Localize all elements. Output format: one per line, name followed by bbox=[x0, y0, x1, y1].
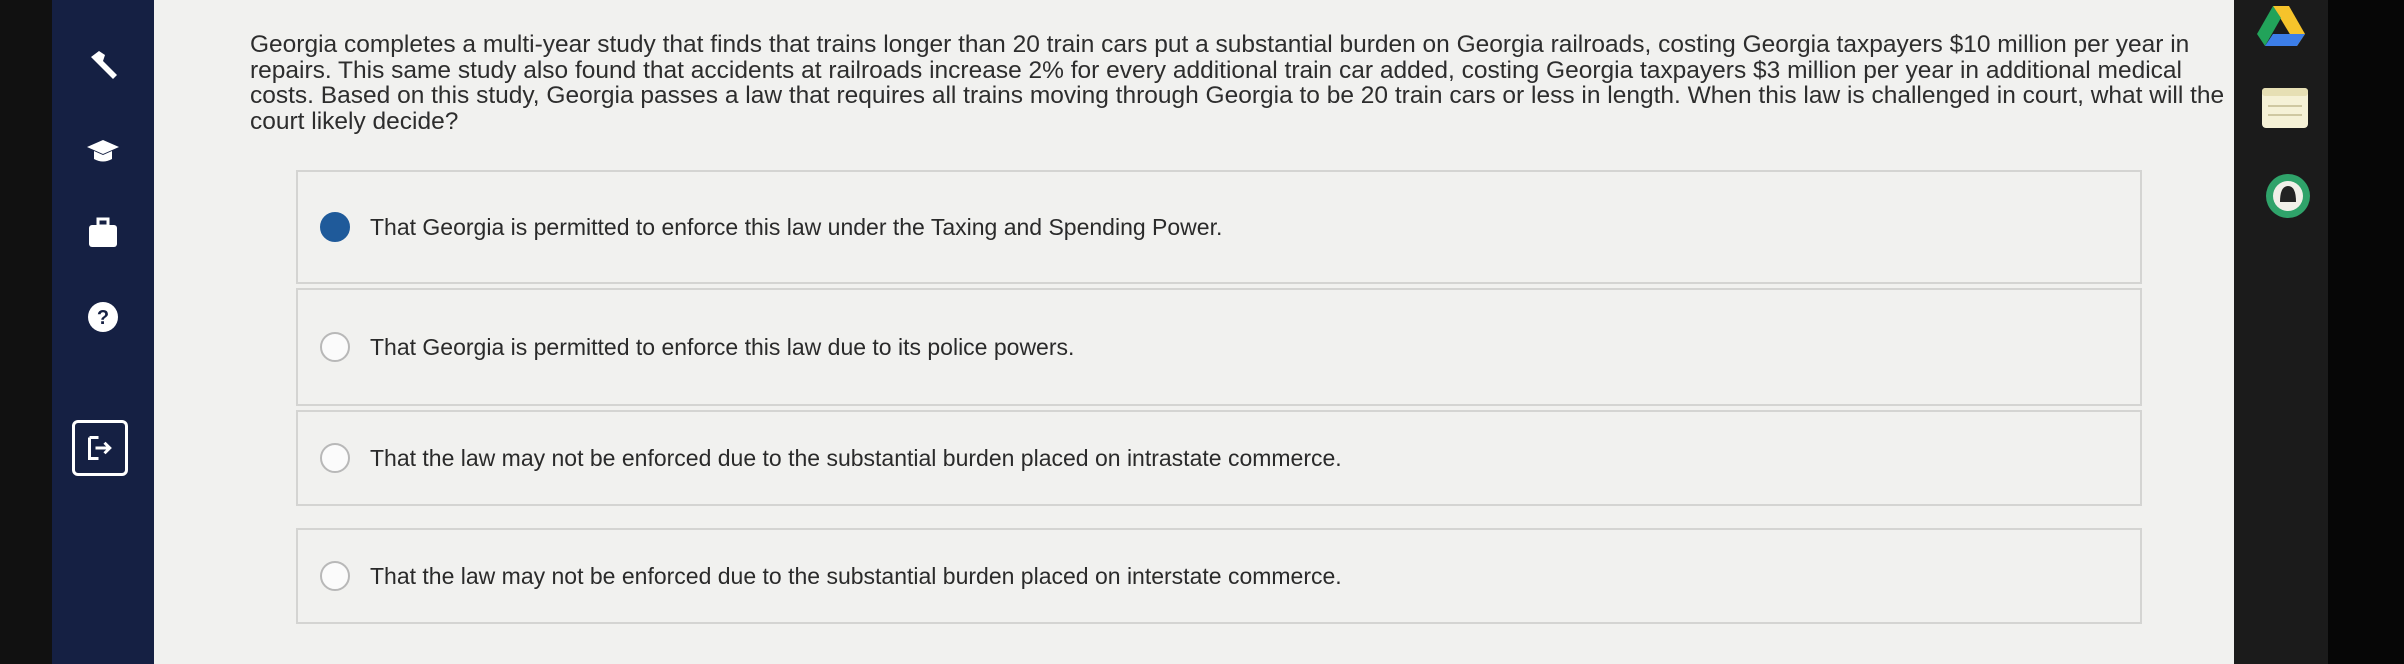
exit-icon[interactable] bbox=[72, 420, 128, 476]
help-icon[interactable]: ? bbox=[76, 290, 130, 344]
option-label: That Georgia is permitted to enforce thi… bbox=[370, 333, 1075, 360]
circle-app-icon[interactable] bbox=[2264, 172, 2312, 220]
option-label: That the law may not be enforced due to … bbox=[370, 562, 1342, 589]
notes-icon[interactable] bbox=[2262, 88, 2308, 128]
question-panel: Georgia completes a multi-year study tha… bbox=[154, 0, 2234, 664]
radio-icon[interactable] bbox=[320, 443, 350, 473]
help-glyph: ? bbox=[97, 307, 109, 329]
wrench-icon[interactable] bbox=[76, 40, 130, 94]
google-drive-icon[interactable] bbox=[2256, 4, 2306, 48]
answer-option-d[interactable]: That the law may not be enforced due to … bbox=[296, 528, 2142, 624]
screen-edge bbox=[2328, 0, 2404, 664]
radio-icon[interactable] bbox=[320, 561, 350, 591]
answer-option-a[interactable]: That Georgia is permitted to enforce thi… bbox=[296, 170, 2142, 284]
graduation-cap-icon[interactable] bbox=[76, 124, 130, 178]
answer-option-b[interactable]: That Georgia is permitted to enforce thi… bbox=[296, 288, 2142, 406]
briefcase-icon[interactable] bbox=[76, 206, 130, 260]
radio-selected-icon[interactable] bbox=[320, 212, 350, 242]
option-label: That the law may not be enforced due to … bbox=[370, 444, 1342, 471]
right-dock bbox=[2234, 0, 2328, 664]
option-label: That Georgia is permitted to enforce thi… bbox=[370, 213, 1223, 240]
radio-icon[interactable] bbox=[320, 332, 350, 362]
left-sidebar: ? bbox=[52, 0, 154, 664]
answer-option-c[interactable]: That the law may not be enforced due to … bbox=[296, 410, 2142, 506]
question-text: Georgia completes a multi-year study tha… bbox=[250, 31, 2225, 135]
